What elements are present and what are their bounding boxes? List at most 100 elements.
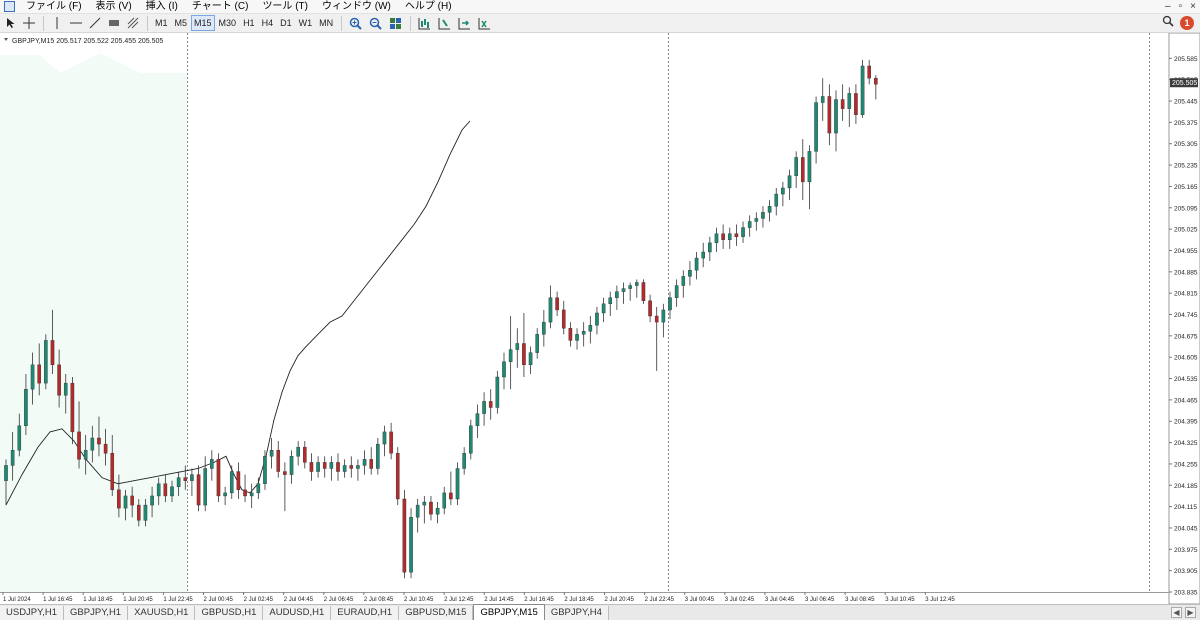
current-price: 205.505 [1170,78,1198,88]
chart-window[interactable]: 205.585205.515205.445205.375205.305205.2… [0,32,1200,605]
candle-up [249,492,254,497]
horizontal-line-icon[interactable] [67,15,85,31]
time-tick-label: 3 Jul 08:45 [845,597,875,603]
candle-up [635,282,639,286]
timeframe-button-m30[interactable]: M30 [216,15,240,31]
candle-up [515,343,520,350]
candle-up [847,93,852,109]
time-tick-label: 2 Jul 18:45 [564,597,594,603]
chart-tab[interactable]: GBPUSD,M15 [399,606,474,620]
price-tick-label: 204.745 [1174,312,1198,319]
candle-up [482,401,486,414]
candlestick-chart[interactable]: 205.585205.515205.445205.375205.305205.2… [0,32,1200,605]
candle-up [30,364,35,390]
price-tick-label: 205.445 [1174,99,1198,106]
autoscroll-icon[interactable] [455,15,474,31]
candle-up [754,218,759,222]
candle-up [834,99,838,134]
chart-tab[interactable]: USDJPY,H1 [0,606,65,620]
time-tick-label: 2 Jul 22:45 [645,597,675,603]
candle-down [721,233,725,240]
time-tick-label: 1 Jul 2024 [3,597,31,603]
rectangle-icon[interactable] [105,15,123,31]
candle-up [767,206,772,213]
candlestick-icon[interactable] [435,15,454,31]
candle-up [422,501,427,506]
candle-down [389,431,393,454]
candle-up [4,465,8,481]
menu-item[interactable]: ツール (T) [255,0,315,14]
close-button[interactable]: × [1190,0,1196,14]
tab-scroll-right-icon[interactable]: ▶ [1185,607,1196,618]
chart-shift-icon[interactable] [475,15,494,31]
restore-button[interactable]: ▫ [1179,0,1183,14]
zoom-out-icon[interactable] [366,15,385,31]
price-tick-label: 204.535 [1174,376,1198,383]
time-tick-label: 1 Jul 18:45 [83,597,113,603]
candle-up [263,456,267,484]
search-icon[interactable] [1162,15,1174,30]
menu-item[interactable]: チャート (C) [185,0,256,14]
timeframe-button-d1[interactable]: D1 [277,15,295,31]
candle-up [701,251,705,259]
timeframe-button-mn[interactable]: MN [316,15,336,31]
timeframe-button-h4[interactable]: H4 [259,15,277,31]
chart-tab[interactable]: GBPJPY,M15 [473,604,545,620]
chart-info-header: GBPJPY,M15 205.517 205.522 205.455 205.5… [12,38,163,45]
chart-tab[interactable]: GBPJPY,H1 [64,606,129,620]
notification-badge[interactable]: 1 [1180,15,1194,30]
timeframe-button-w1[interactable]: W1 [296,15,316,31]
candle-up [10,450,15,466]
candle-up [156,483,161,497]
candle-up [296,446,300,457]
menu-item[interactable]: ファイル (F) [19,0,89,14]
timeframe-buttons: M1 M5 M15 M30 H1 H4 D1 W1 MN [152,15,337,31]
candle-down [322,462,327,469]
menu-item[interactable]: 表示 (V) [89,0,139,14]
toolbar-separator [43,15,44,31]
time-tick-label: 1 Jul 20:45 [123,597,153,603]
fibonacci-icon[interactable] [124,15,142,31]
tile-windows-icon[interactable] [386,15,405,31]
chart-tab[interactable]: AUDUSD,H1 [263,606,332,620]
price-tick-label: 204.255 [1174,461,1198,468]
menu-items: ファイル (F) 表示 (V) 挿入 (I) チャート (C) ツール (T) ウィンドウ… [19,0,459,14]
candle-up [588,324,593,332]
timeframe-button-m1[interactable]: M1 [152,15,171,31]
candle-down [641,282,646,301]
timeframe-button-h1[interactable]: H1 [240,15,258,31]
candle-down [488,401,493,408]
candle-down [568,328,573,341]
candle-up [495,376,500,408]
chart-tab[interactable]: XAUUSD,H1 [128,606,196,620]
candle-up [781,187,785,195]
candle-up [747,221,752,228]
time-tick-label: 2 Jul 14:45 [484,597,514,603]
zoom-in-icon[interactable] [346,15,365,31]
candle-up [774,193,779,207]
bar-chart-icon[interactable] [415,15,434,31]
crosshair-icon[interactable] [20,15,38,31]
timeframe-button-m15[interactable]: M15 [191,15,215,31]
price-tick-label: 204.465 [1174,397,1198,404]
candle-down [196,474,201,506]
candle-down [216,459,221,497]
candle-down [522,343,526,366]
chart-tab[interactable]: EURAUD,H1 [331,606,400,620]
minimize-button[interactable]: – [1165,0,1171,14]
candle-up [615,291,619,298]
candle-down [37,364,41,384]
vertical-line-icon[interactable] [48,15,66,31]
menu-item[interactable]: ヘルプ (H) [398,0,459,14]
candle-down [648,300,652,317]
candle-up [342,465,347,472]
chart-tab[interactable]: GBPUSD,H1 [195,606,264,620]
menu-item[interactable]: ウィンドウ (W) [315,0,398,14]
tab-scroll-left-icon[interactable]: ◀ [1171,607,1182,618]
chart-tab[interactable]: GBPJPY,H4 [544,606,609,620]
candle-down [309,462,314,472]
cursor-icon[interactable] [3,15,19,31]
menu-item[interactable]: 挿入 (I) [139,0,185,14]
trendline-icon[interactable] [86,15,104,31]
timeframe-button-m5[interactable]: M5 [172,15,191,31]
